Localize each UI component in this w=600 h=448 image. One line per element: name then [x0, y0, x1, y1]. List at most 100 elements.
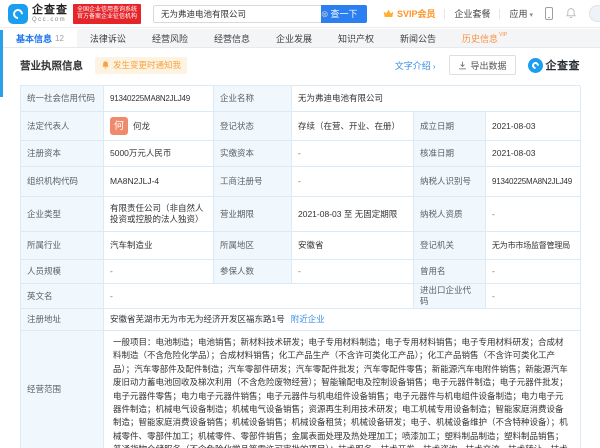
business-scope-value: 一般项目：电池制造；电池销售；新材料技术研发；电子专用材料制造；电子专用材料销售… — [104, 331, 581, 448]
notify-bell-icon — [101, 60, 110, 70]
tab-operation-risk[interactable]: 经营风险 — [139, 29, 201, 47]
former-name-label: 曾用名 — [414, 260, 486, 284]
paid-capital-label: 实缴资本 — [214, 141, 292, 167]
table-row: 英文名 - 进出口企业代码 - — [21, 284, 580, 309]
top-bar: 企查查 Qcc.com 全国企业信用查询系统 官方备案企业征信机构 ⊗ 查一下 … — [0, 0, 600, 28]
svip-label: SVIP会员 — [397, 7, 436, 20]
badge-line2: 官方备案企业征信机构 — [77, 14, 137, 21]
tab-basic-info[interactable]: 基本信息12 — [3, 29, 77, 47]
taxpayer-quality-value: - — [486, 197, 581, 232]
download-icon — [458, 61, 467, 70]
enterprise-package-menu-item[interactable]: 企业套餐 — [454, 7, 490, 20]
user-avatar[interactable] — [589, 5, 600, 22]
credit-system-badge: 全国企业信用查询系统 官方备案企业征信机构 — [73, 4, 141, 24]
section-title: 营业执照信息 — [20, 58, 83, 73]
biz-term-label: 营业期限 — [214, 197, 292, 232]
reg-authority-label: 登记机关 — [414, 232, 486, 260]
region-label: 所属地区 — [214, 232, 292, 260]
qcc-watermark-logo: 企查查 — [528, 57, 581, 73]
svip-menu-item[interactable]: SVIP会员 — [383, 7, 436, 20]
table-row: 注册地址 安徽省芜湖市无为市无为经济开发区福东路1号 附近企业 — [21, 309, 580, 331]
brand-name: 企查查 — [32, 5, 68, 16]
address-value: 安徽省芜湖市无为市无为经济开发区福东路1号 附近企业 — [104, 309, 581, 331]
table-row: 企业类型 有限责任公司（非自然人投资或控股的法人独资） 营业期限 2021-08… — [21, 197, 580, 232]
org-code-label: 组织机构代码 — [21, 167, 104, 197]
brand-block[interactable]: 企查查 Qcc.com — [32, 5, 68, 23]
reg-status-label: 登记状态 — [214, 112, 292, 141]
license-section-header: 营业执照信息 发生变更时通知我 文字介绍› 导出数据 企查查 — [20, 52, 580, 78]
apps-menu-item[interactable]: 应用▾ — [509, 7, 533, 20]
change-notify-button[interactable]: 发生变更时通知我 — [95, 57, 187, 74]
taxpayer-quality-label: 纳税人资质 — [414, 197, 486, 232]
biz-reg-no-value: - — [292, 167, 414, 197]
credit-code-value: 91340225MA8N2JLJ49 — [104, 86, 214, 112]
divider — [499, 9, 500, 19]
legal-rep-name[interactable]: 何龙 — [133, 121, 150, 132]
tab-company-development[interactable]: 企业发展 — [263, 29, 325, 47]
business-license-table: 统一社会信用代码 91340225MA8N2JLJ49 企业名称 无为弗迪电池有… — [20, 85, 580, 448]
address-text: 安徽省芜湖市无为市无为经济开发区福东路1号 — [110, 314, 285, 325]
paid-capital-value: - — [292, 141, 414, 167]
company-name-value: 无为弗迪电池有限公司 — [292, 86, 581, 112]
tab-count: 12 — [55, 34, 64, 43]
reg-capital-label: 注册资本 — [21, 141, 104, 167]
org-code-value: MA8N2JLJ-4 — [104, 167, 214, 197]
table-row: 组织机构代码 MA8N2JLJ-4 工商注册号 - 纳税人识别号 9134022… — [21, 167, 580, 197]
english-name-label: 英文名 — [21, 284, 104, 309]
tab-legal-litigation[interactable]: 法律诉讼 — [77, 29, 139, 47]
approval-date-label: 核准日期 — [414, 141, 486, 167]
industry-label: 所属行业 — [21, 232, 104, 260]
qcc-watermark-icon — [528, 58, 543, 73]
table-row: 法定代表人 何 何龙 登记状态 存续（在营、开业、在册） 成立日期 2021-0… — [21, 112, 580, 141]
biz-reg-no-label: 工商注册号 — [214, 167, 292, 197]
legal-rep-avatar[interactable]: 何 — [110, 117, 128, 135]
qcc-watermark-text: 企查查 — [546, 57, 581, 73]
qcc-logo-ring — [11, 6, 25, 20]
company-tabs-bar: 基本信息12 法律诉讼 经营风险 经营信息 企业发展 知识产权 新闻公告 历史信… — [0, 29, 600, 48]
vip-superscript: VIP — [499, 32, 507, 38]
former-name-value: - — [486, 260, 581, 284]
approval-date-value: 2021-08-03 — [486, 141, 581, 167]
biz-term-value: 2021-08-03 至 无固定期限 — [292, 197, 414, 232]
divider — [444, 9, 445, 19]
industry-value: 汽车制造业 — [104, 232, 214, 260]
import-export-code-value: - — [486, 284, 581, 309]
table-row: 注册资本 5000万元人民币 实缴资本 - 核准日期 2021-08-03 — [21, 141, 580, 167]
qcc-logo-icon[interactable] — [8, 4, 28, 24]
address-label: 注册地址 — [21, 309, 104, 331]
import-export-code-label: 进出口企业代码 — [414, 284, 486, 309]
reg-status-value: 存续（在营、开业、在册） — [292, 112, 414, 141]
taxpayer-id-value: 91340225MA8N2JLJ49 — [486, 167, 581, 197]
tab-history-info[interactable]: 历史信息VIP — [449, 29, 520, 47]
tab-operation-info[interactable]: 经营信息 — [201, 29, 263, 47]
credit-code-label: 统一社会信用代码 — [21, 86, 104, 112]
legal-rep-value: 何 何龙 — [104, 112, 214, 141]
mobile-app-icon[interactable] — [545, 7, 553, 20]
taxpayer-id-label: 纳税人识别号 — [414, 167, 486, 197]
business-scope-label: 经营范围 — [21, 331, 104, 448]
top-right-menu: SVIP会员 企业套餐 应用▾ — [383, 5, 600, 22]
notification-bell-icon[interactable] — [565, 7, 577, 20]
qichacha-company-page: 企查查 Qcc.com 全国企业信用查询系统 官方备案企业征信机构 ⊗ 查一下 … — [0, 0, 600, 448]
export-data-button[interactable]: 导出数据 — [449, 55, 515, 75]
reg-capital-value: 5000万元人民币 — [104, 141, 214, 167]
tab-news-announcements[interactable]: 新闻公告 — [387, 29, 449, 47]
staff-size-value: - — [104, 260, 214, 284]
reg-authority-value: 无为市市场监督管理局 — [486, 232, 581, 260]
company-type-value: 有限责任公司（非自然人投资或控股的法人独资） — [104, 197, 214, 232]
insured-count-label: 参保人数 — [214, 260, 292, 284]
brand-domain: Qcc.com — [32, 17, 68, 23]
legal-rep-label: 法定代表人 — [21, 112, 104, 141]
region-value: 安徽省 — [292, 232, 414, 260]
search-bar: ⊗ 查一下 — [153, 5, 367, 23]
notify-label: 发生变更时通知我 — [113, 59, 181, 71]
tab-intellectual-property[interactable]: 知识产权 — [325, 29, 387, 47]
establish-date-value: 2021-08-03 — [486, 112, 581, 141]
search-input[interactable] — [153, 5, 335, 23]
left-scroll-indicator — [0, 30, 3, 97]
table-row: 统一社会信用代码 91340225MA8N2JLJ49 企业名称 无为弗迪电池有… — [21, 86, 580, 112]
text-intro-link[interactable]: 文字介绍› — [395, 59, 436, 72]
nearby-companies-link[interactable]: 附近企业 — [291, 314, 325, 325]
english-name-value: - — [104, 284, 414, 309]
crown-icon — [383, 9, 394, 18]
